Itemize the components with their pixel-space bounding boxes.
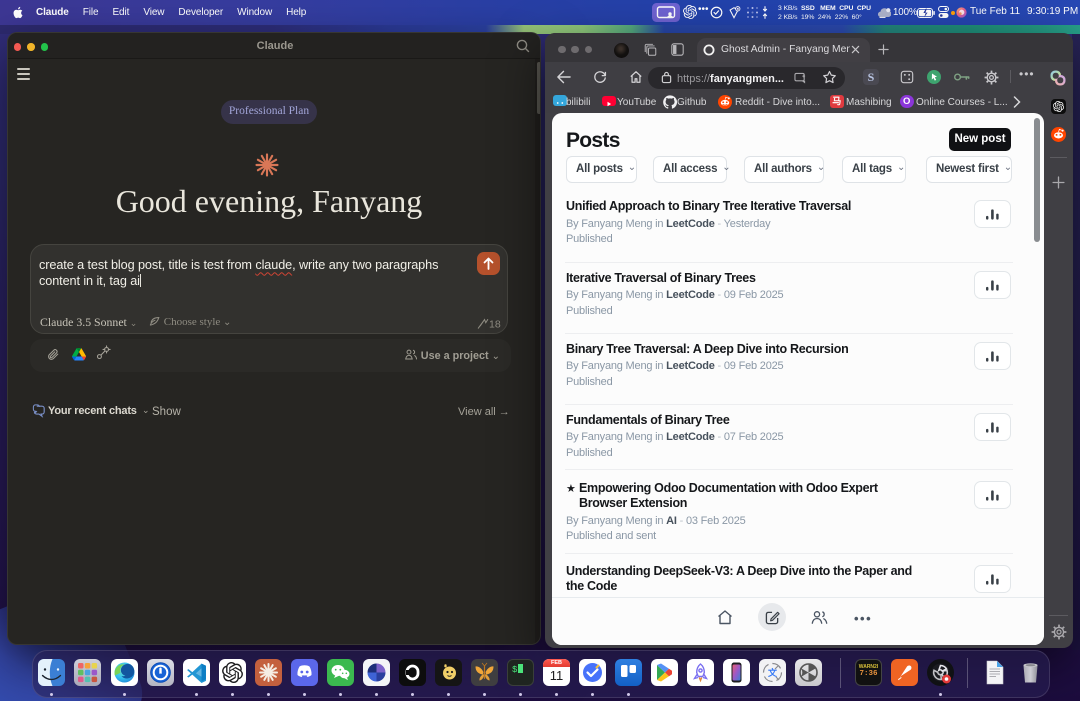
svg-text:文: 文 [767,667,778,678]
